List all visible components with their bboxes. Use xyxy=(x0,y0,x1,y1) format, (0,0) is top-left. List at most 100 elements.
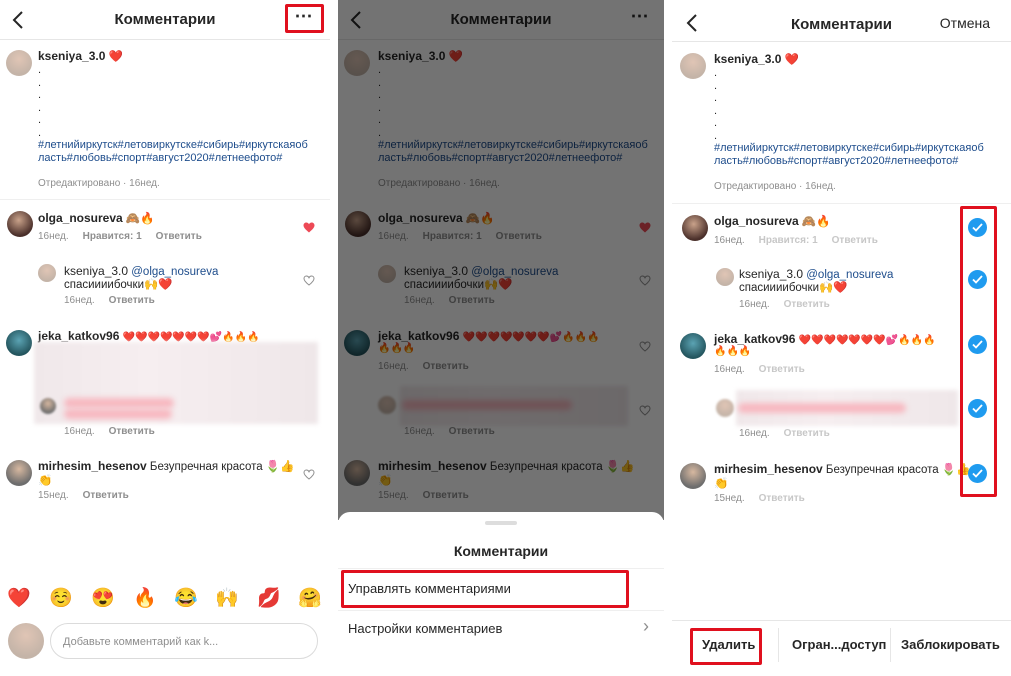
comment-username: mirhesim_hesenov xyxy=(714,462,823,476)
blurred-text xyxy=(738,403,906,413)
comment-input[interactable]: Добавьте комментарий как k... xyxy=(50,623,318,659)
caption-dot: . xyxy=(714,67,718,79)
reply-button[interactable]: Ответить xyxy=(83,490,129,501)
comment-text: mirhesim_hesenov Безупречная красота 🌷👍 xyxy=(714,462,971,476)
avatar[interactable] xyxy=(6,330,32,356)
more-options-icon[interactable]: ⋯ xyxy=(622,5,658,33)
hashtags: #летнийиркутск#летовиркутске#сибирь#ирку… xyxy=(378,139,648,151)
header: Комментарии ⋯ xyxy=(0,0,330,40)
header: Комментарии Отмена xyxy=(672,0,1011,42)
comment-settings-button[interactable]: Настройки комментариев xyxy=(348,621,502,636)
caption-dot: . xyxy=(378,64,382,76)
sheet-handle[interactable] xyxy=(485,521,517,525)
post-username[interactable]: kseniya_3.0 xyxy=(38,49,105,63)
reply-button: Ответить xyxy=(422,490,469,501)
reply-button[interactable]: Ответить xyxy=(109,426,155,437)
avatar xyxy=(8,623,44,659)
comment-username[interactable]: jeka_katkov96 xyxy=(38,329,119,343)
post-meta: Отредактировано · 16нед. xyxy=(378,178,500,189)
heart-filled-icon[interactable] xyxy=(303,222,315,233)
comment-text: mirhesim_hesenov Безупречная красота 🌷👍 xyxy=(38,459,295,473)
reply-button: Ответить xyxy=(783,299,830,310)
comment-text: jeka_katkov96 ❤️❤️❤️❤️❤️❤️❤️💕🔥🔥🔥 xyxy=(378,329,600,343)
emoji-button[interactable]: ☺️ xyxy=(49,589,73,609)
page-title: Комментарии xyxy=(114,11,216,28)
cancel-button[interactable]: Отмена xyxy=(940,15,990,31)
comment-username: olga_nosureva xyxy=(378,211,463,225)
highlight-box xyxy=(285,4,324,33)
comment-text: kseniya_3.0 @olga_nosureva xyxy=(404,264,558,278)
hashtags[interactable]: #летнийиркутск#летовиркутске#сибирь#ирку… xyxy=(38,139,308,152)
heart-outline-icon xyxy=(639,405,651,416)
comment-body: Безупречная красота 🌷👍 xyxy=(489,461,635,473)
comment-username[interactable]: mirhesim_hesenov xyxy=(38,459,147,473)
heart-emoji: ❤️ xyxy=(784,54,799,66)
comment-body: 🙈🔥 xyxy=(125,213,155,225)
comment-username[interactable]: olga_nosureva xyxy=(38,211,123,225)
post-caption: . . . . . . #летнийиркутск#летовиркутске… xyxy=(38,64,308,164)
avatar[interactable] xyxy=(6,50,32,76)
comment-body: 👏 xyxy=(38,475,53,487)
comment-time: 16нед. xyxy=(378,361,409,372)
comment-meta: 15нед. Ответить xyxy=(714,493,819,504)
comment-meta: 16нед. Ответить xyxy=(64,295,169,306)
heart-emoji: ❤️ xyxy=(108,51,123,63)
emoji-button[interactable]: 💋 xyxy=(257,589,281,609)
comment-text: olga_nosureva 🙈🔥 xyxy=(714,214,831,228)
comment-meta: 16нед. Ответить xyxy=(739,299,844,310)
comment-meta: 16нед. Ответить xyxy=(739,428,844,439)
emoji-button[interactable]: 😍 xyxy=(91,589,115,609)
restrict-button[interactable]: Огран...доступ xyxy=(792,637,886,652)
comments-screen: Комментарии ⋯ kseniya_3.0 ❤️ . . . . . .… xyxy=(0,0,330,676)
comment-text: kseniya_3.0 @olga_nosureva xyxy=(64,264,218,278)
avatar[interactable] xyxy=(38,264,56,282)
likes-count[interactable]: Нравится: 1 xyxy=(83,231,142,242)
reply-button: Ответить xyxy=(783,428,830,439)
comment-time: 16нед. xyxy=(38,231,69,242)
caption-dot: . xyxy=(38,101,42,114)
comment-meta: 15нед. Ответить xyxy=(38,490,143,501)
reply-button: Ответить xyxy=(448,295,495,306)
likes-count: Нравится: 1 xyxy=(422,231,482,242)
emoji-button[interactable]: 😂 xyxy=(174,589,198,609)
emoji-button[interactable]: ❤️ xyxy=(7,589,31,609)
reply-button: Ответить xyxy=(422,361,469,372)
comment-username: jeka_katkov96 xyxy=(378,329,460,343)
caption-dot: . xyxy=(378,114,382,126)
comments-screen-with-sheet: Комментарии ⋯ kseniya_3.0 ❤️ . . . . . .… xyxy=(338,0,664,676)
hashtags[interactable]: ласть#любовь#спорт#август2020#летнеефото… xyxy=(38,152,308,165)
avatar xyxy=(344,330,370,356)
reply-button[interactable]: Ответить xyxy=(156,231,202,242)
comment-text: olga_nosureva 🙈🔥 xyxy=(378,211,495,225)
avatar[interactable] xyxy=(7,211,33,237)
comment-meta: 16нед. Нравится: 1 Ответить xyxy=(38,231,216,242)
comment-text: olga_nosureva 🙈🔥 xyxy=(38,211,155,225)
comment-time: 16нед. xyxy=(404,426,435,437)
comment-meta: 16нед. Ответить xyxy=(404,295,509,306)
comment-body: 🔥🔥🔥 xyxy=(714,346,752,357)
reply-button: Ответить xyxy=(448,426,495,437)
comment-body: Безупречная красота 🌷👍 xyxy=(149,461,295,473)
reply-button[interactable]: Ответить xyxy=(109,295,155,306)
comment-username: jeka_katkov96 xyxy=(714,332,796,346)
post-meta: Отредактировано · 16нед. xyxy=(38,178,160,189)
emoji-button[interactable]: 🤗 xyxy=(298,589,322,609)
avatar[interactable] xyxy=(6,460,32,486)
post-caption-header: kseniya_3.0 ❤️ xyxy=(38,49,123,63)
comment-time: 16нед. xyxy=(64,295,95,306)
page-title: Комментарии xyxy=(450,11,552,28)
block-button[interactable]: Заблокировать xyxy=(901,637,1000,652)
comment-time: 16нед. xyxy=(404,295,435,306)
emoji-button[interactable]: 🔥 xyxy=(133,589,157,609)
comment-username: mirhesim_hesenov xyxy=(378,459,487,473)
blurred-text xyxy=(64,409,172,419)
divider xyxy=(890,628,891,662)
caption-dot: . xyxy=(714,129,718,142)
heart-outline-icon[interactable] xyxy=(303,275,315,286)
comment-username[interactable]: kseniya_3.0 xyxy=(64,264,128,278)
emoji-button[interactable]: 🙌 xyxy=(215,589,239,609)
heart-outline-icon[interactable] xyxy=(303,469,315,480)
divider xyxy=(0,199,330,200)
comment-body: спасиииибочки🙌❤️ xyxy=(404,279,513,291)
hashtags: #летнийиркутск#летовиркутске#сибирь#ирку… xyxy=(714,142,984,154)
